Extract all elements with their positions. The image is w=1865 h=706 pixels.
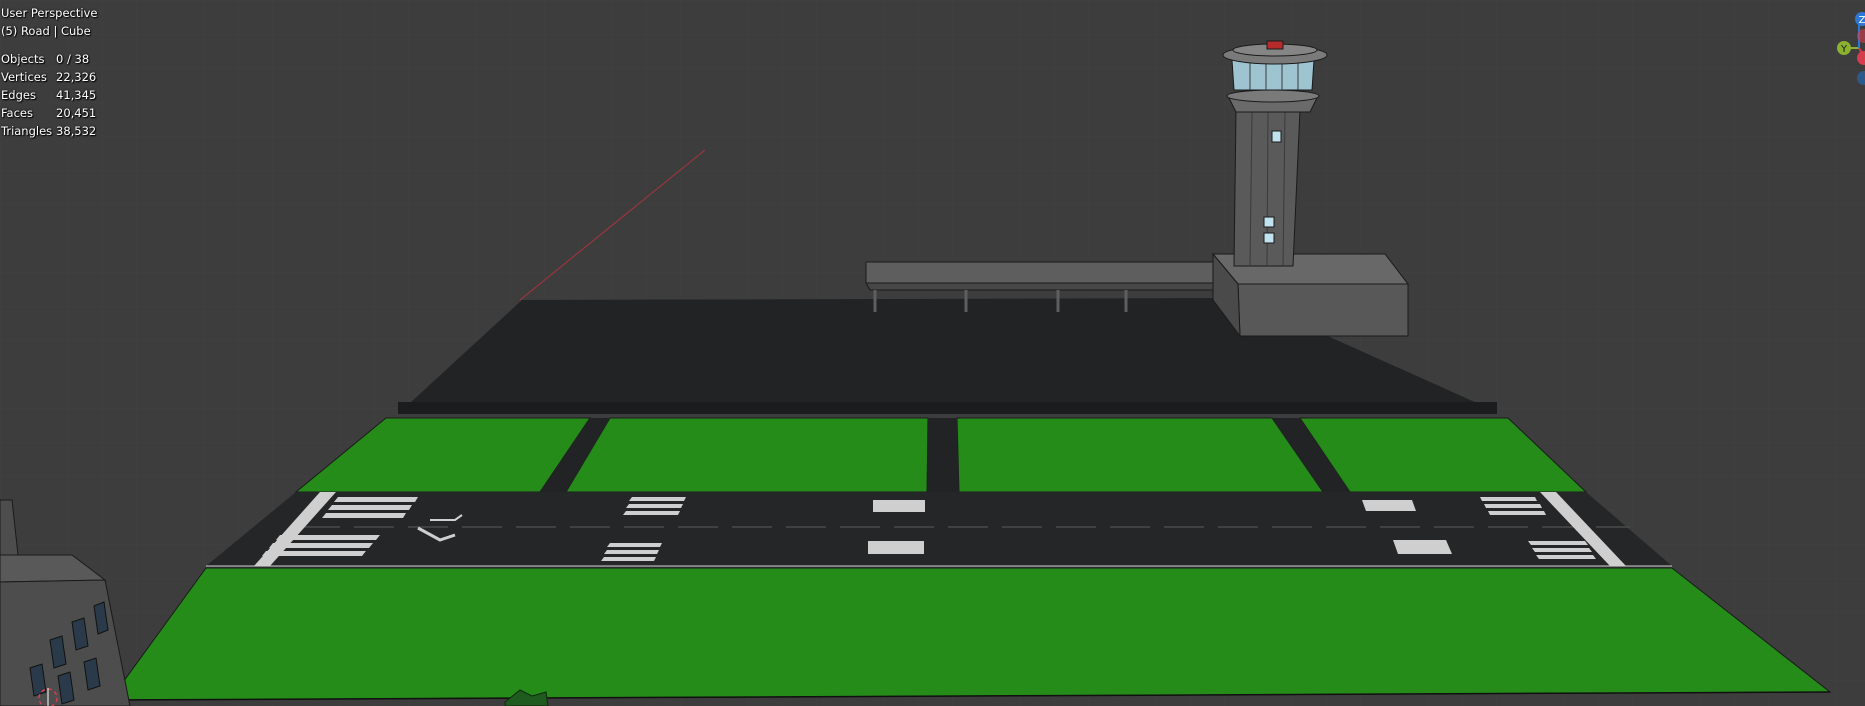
stat-value: 0 / 38 <box>56 52 90 66</box>
tower-beacon <box>1266 40 1284 50</box>
stat-row-vertices: Vertices 22,326 <box>1 68 97 86</box>
stat-row-objects: Objects 0 / 38 <box>1 50 97 68</box>
gizmo-z-label: Z <box>1859 15 1865 26</box>
scene-statistics: Objects 0 / 38 Vertices 22,326 Edges 41,… <box>1 50 97 140</box>
tower-cab-glass <box>1231 59 1315 91</box>
gizmo-y-label: Y <box>1840 44 1848 55</box>
view-name: User Perspective <box>1 6 98 20</box>
apron-edge-strip <box>398 402 1497 414</box>
3d-viewport[interactable]: User Perspective (5) Road | Cube Objects… <box>0 0 1865 706</box>
gizmo-x-handle[interactable] <box>1857 51 1865 65</box>
stat-value: 41,345 <box>56 88 97 102</box>
stat-row-edges: Edges 41,345 <box>1 86 97 104</box>
stat-value: 22,326 <box>56 70 97 84</box>
stat-label: Edges <box>1 88 36 102</box>
viewport-overlay-text: User Perspective (5) Road | Cube Objects… <box>1 4 97 140</box>
active-object-label: (5) Road | Cube <box>1 24 91 38</box>
taxiway-connector-2 <box>927 418 959 492</box>
tower-cab-ring <box>1226 89 1320 103</box>
stat-label: Triangles <box>1 124 53 138</box>
navigation-gizmo[interactable]: Z Y <box>1815 0 1865 100</box>
tower-base-front <box>1237 283 1409 337</box>
stat-label: Objects <box>1 52 45 66</box>
grass-block-3 <box>956 417 1324 493</box>
runway <box>206 492 1672 566</box>
stat-row-triangles: Triangles 38,532 <box>1 122 97 140</box>
stat-label: Vertices <box>1 70 47 84</box>
stat-row-faces: Faces 20,451 <box>1 104 97 122</box>
stat-label: Faces <box>1 106 33 120</box>
gizmo-z-negative-dot[interactable] <box>1857 71 1865 85</box>
walkway-top <box>865 261 1221 284</box>
walkway-underside <box>865 282 1221 291</box>
main-grass-field <box>109 567 1832 701</box>
grass-block-2 <box>565 417 929 493</box>
scene-canvas[interactable] <box>0 0 1865 706</box>
stat-value: 38,532 <box>56 124 97 138</box>
stat-value: 20,451 <box>56 106 97 120</box>
